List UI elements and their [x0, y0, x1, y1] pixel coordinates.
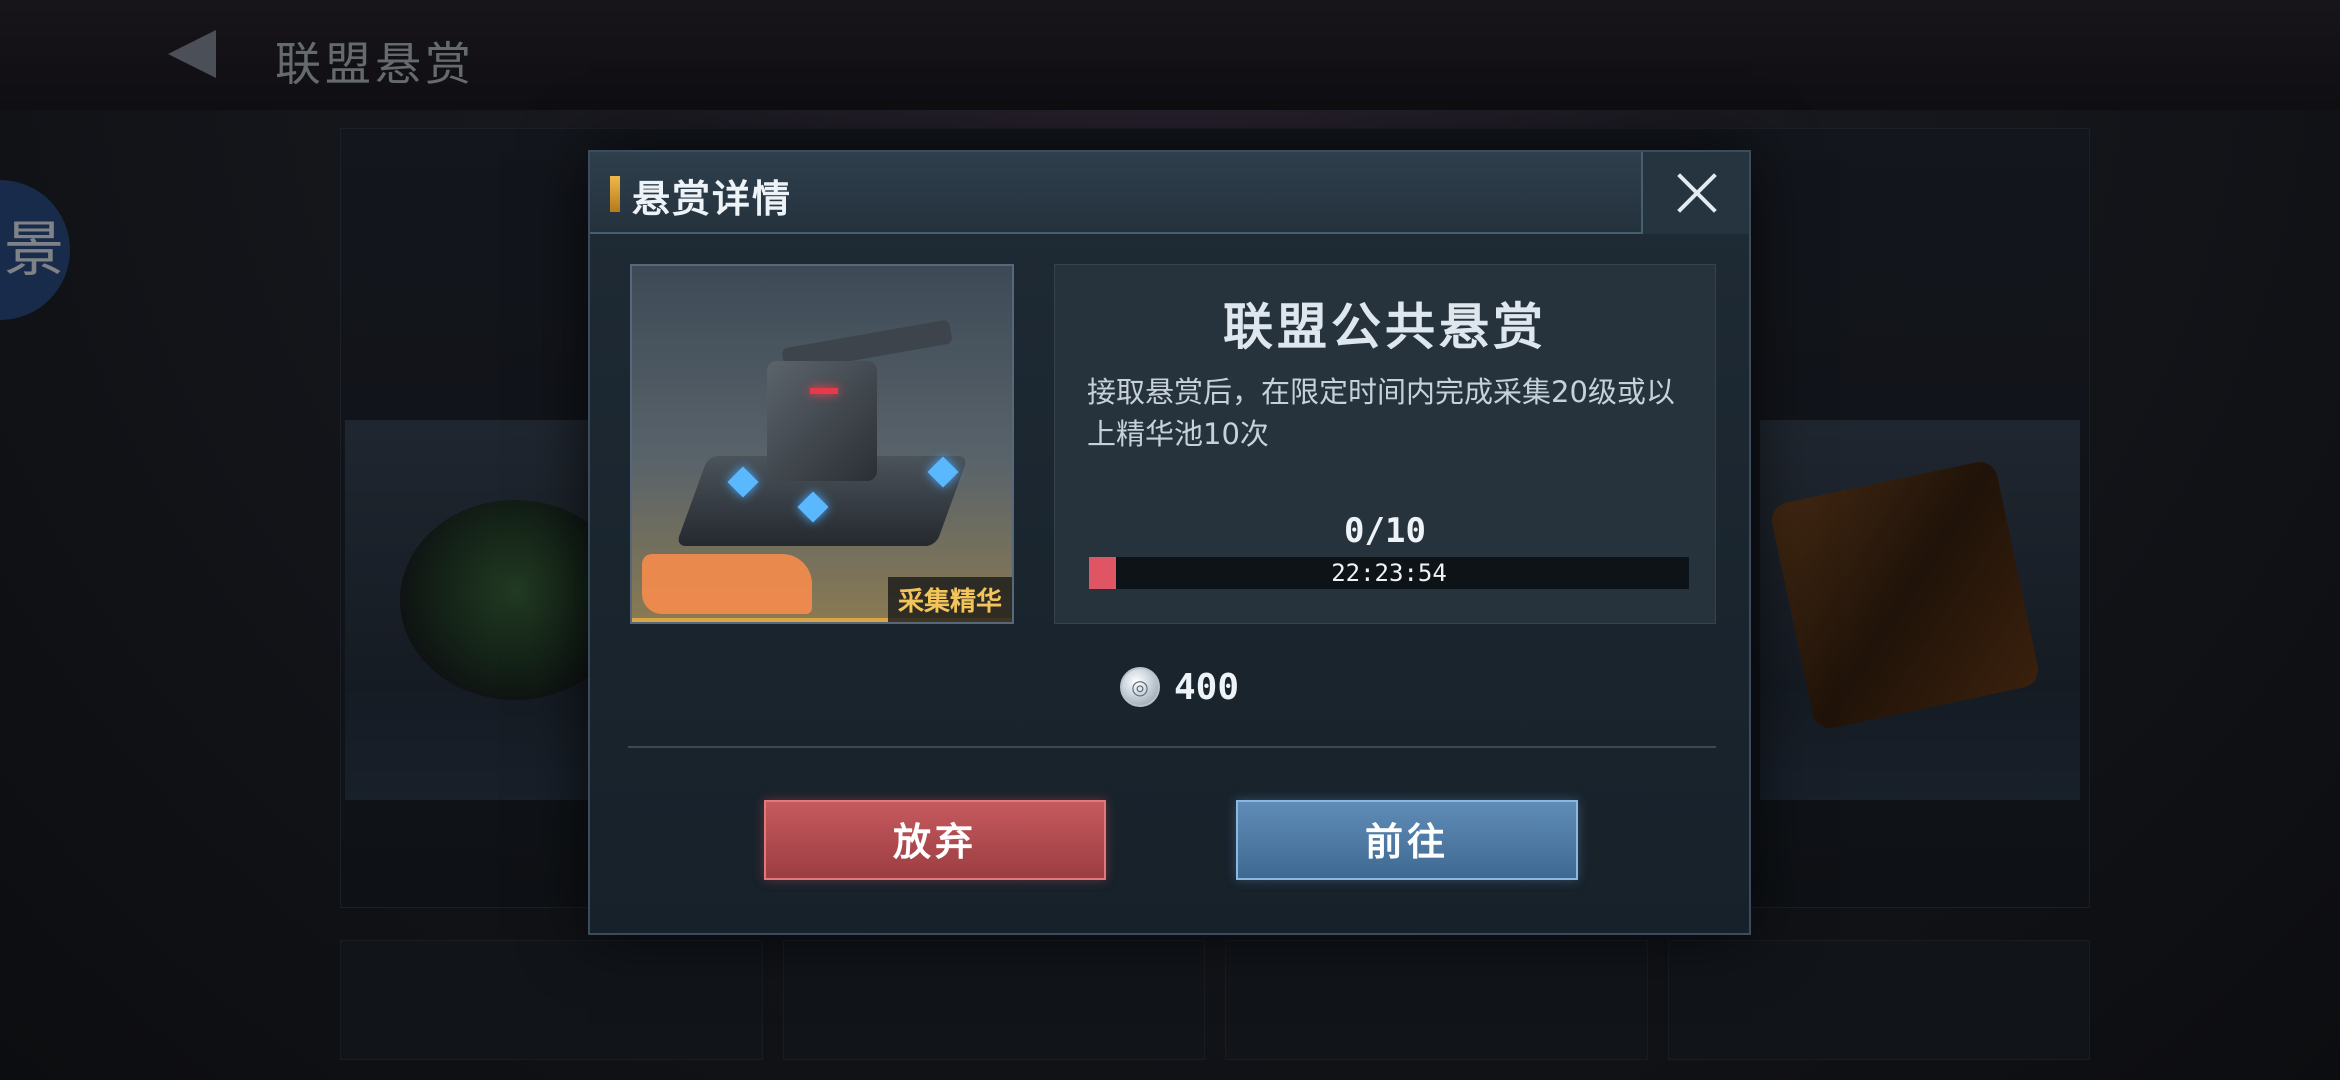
progress-bar: 22:23:54 [1089, 557, 1689, 589]
header-accent-bar [610, 176, 620, 212]
close-button[interactable] [1641, 152, 1749, 234]
divider [628, 746, 1716, 748]
item-image: 采集精华 [630, 264, 1014, 624]
item-tag: 采集精华 [887, 577, 1012, 622]
bounty-title: 联盟公共悬赏 [1223, 297, 1547, 356]
extractor-body [767, 361, 877, 481]
background-bottom-row [340, 940, 2090, 1060]
back-arrow-icon[interactable] [168, 30, 216, 78]
progress-count: 0/10 [1344, 511, 1426, 551]
screen-title: 联盟悬赏 [275, 37, 475, 91]
side-chat-bubble[interactable]: 景 [0, 180, 70, 320]
goto-button[interactable]: 前往 [1236, 800, 1578, 880]
coin-icon: ◎ [1120, 667, 1160, 707]
background-scroll-image [1768, 458, 2042, 732]
modal-title: 悬赏详情 [632, 176, 793, 221]
bounty-description: 接取悬赏后，在限定时间内完成采集20级或以上精华池10次 [1087, 375, 1675, 451]
extractor-light [810, 388, 838, 394]
background-slot [1667, 940, 2090, 1060]
reward: ◎ 400 [1120, 662, 1239, 712]
redacted-overlay [642, 554, 812, 614]
background-slot [340, 940, 763, 1060]
bounty-info-box: 联盟公共悬赏 接取悬赏后，在限定时间内完成采集20级或以上精华池10次 0/10… [1054, 264, 1716, 624]
bounty-detail-modal: 悬赏详情 采集精华 联盟公共悬赏 接取悬赏后，在限定时间内完成采集20级或以上精… [588, 150, 1751, 935]
countdown-timer: 22:23:54 [1331, 559, 1447, 587]
background-slot [1225, 940, 1648, 1060]
abandon-button[interactable]: 放弃 [764, 800, 1106, 880]
reward-amount: 400 [1174, 666, 1240, 708]
background-slot [782, 940, 1205, 1060]
modal-header: 悬赏详情 [590, 152, 1749, 234]
